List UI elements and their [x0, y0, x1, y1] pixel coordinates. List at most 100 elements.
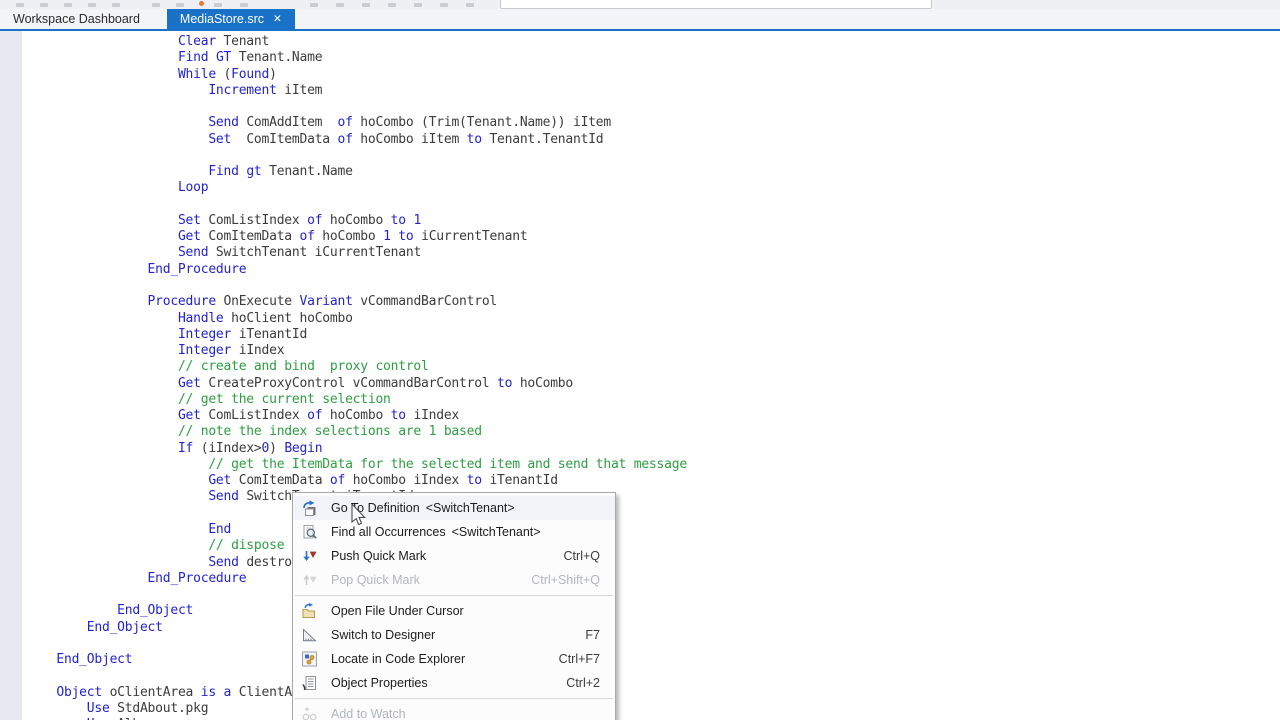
menu-item-shortcut: Ctrl+F7: [559, 652, 600, 666]
tab-label: MediaStore.src: [180, 12, 264, 26]
code-line: Handle hoClient hoCombo: [26, 311, 1280, 327]
toolbar-icon-partial[interactable]: [310, 3, 318, 7]
tab-mediastore-src[interactable]: MediaStore.src ✕: [167, 9, 295, 29]
menu-item-label: Object Properties: [331, 676, 428, 690]
menu-item-label: Add to Watch: [331, 707, 406, 720]
code-line: [26, 148, 1280, 164]
menu-item-label: Switch to Designer: [331, 628, 435, 642]
add-to-watch-icon: [301, 706, 319, 720]
code-line: Send destroy of hoCombo: [26, 555, 1280, 571]
code-line: [26, 278, 1280, 294]
tab-bar: Workspace Dashboard MediaStore.src ✕: [0, 9, 1280, 29]
toolbar-icon-partial[interactable]: [388, 3, 396, 7]
code-line: [26, 197, 1280, 213]
toolbar-icon-partial[interactable]: [440, 3, 448, 7]
open-file-icon: [301, 603, 319, 619]
menu-item-object-properties[interactable]: Object Properties Ctrl+2: [293, 671, 615, 695]
toolbar-icon-partial[interactable]: [88, 3, 96, 7]
code-line: Get CreateProxyControl vCommandBarContro…: [26, 376, 1280, 392]
code-line: [26, 99, 1280, 115]
code-line: Set ComItemData of hoCombo iItem to Tena…: [26, 132, 1280, 148]
find-occurrences-icon: [301, 524, 319, 540]
code-line: Integer iIndex: [26, 343, 1280, 359]
code-line: [26, 587, 1280, 603]
code-line: Procedure OnExecute Variant vCommandBarC…: [26, 294, 1280, 310]
menu-item-label: Find all Occurrences: [331, 525, 446, 539]
switch-designer-icon: [301, 627, 319, 643]
menu-item-pop-quick-mark: Pop Quick Mark Ctrl+Shift+Q: [293, 568, 615, 592]
menu-item-open-file-under-cursor[interactable]: Open File Under Cursor: [293, 599, 615, 623]
toolbar-icon-partial[interactable]: [362, 3, 370, 7]
code-line: // dispose of the proxy control: [26, 538, 1280, 554]
code-line: Integer iTenantId: [26, 327, 1280, 343]
code-line: Set ComListIndex of hoCombo to 1: [26, 213, 1280, 229]
menu-item-shortcut: Ctrl+Shift+Q: [531, 573, 600, 587]
code-line: // create and bind proxy control: [26, 359, 1280, 375]
menu-item-detail: <SwitchTenant>: [452, 525, 541, 539]
menu-item-locate-in-code-explorer[interactable]: Locate in Code ExplorerCtrl+F7: [293, 647, 615, 671]
toolbar-icon-partial[interactable]: [64, 3, 72, 7]
code-line: [26, 636, 1280, 652]
code-line: [26, 668, 1280, 684]
code-line: End_Procedure: [26, 262, 1280, 278]
toolbar-icon-partial[interactable]: [336, 3, 344, 7]
code-line: Use StdAbout.pkg: [26, 701, 1280, 717]
code-line: While (Found): [26, 67, 1280, 83]
menu-item-shortcut: Ctrl+2: [566, 676, 600, 690]
menu-item-push-quick-mark[interactable]: Push Quick Mark Ctrl+Q: [293, 544, 615, 568]
code-line: Object oClientArea is a ClientArea: [26, 685, 1280, 701]
code-line: [26, 506, 1280, 522]
toolbar-search-input[interactable]: [500, 0, 932, 9]
code-line: Send SwitchTenant iTenantId: [26, 489, 1280, 505]
menu-item-detail: <SwitchTenant>: [426, 501, 515, 515]
toolbar-icon-partial[interactable]: [199, 1, 204, 6]
toolbar-icon-partial[interactable]: [16, 3, 24, 7]
menu-separator: [295, 595, 613, 596]
toolbar-icon-partial[interactable]: [40, 3, 48, 7]
toolbar-icon-partial[interactable]: [466, 3, 474, 7]
code-line: End_Object: [26, 652, 1280, 668]
code-line: Send ComAddItem of hoCombo (Trim(Tenant.…: [26, 115, 1280, 131]
code-line: Get ComItemData of hoCombo 1 to iCurrent…: [26, 229, 1280, 245]
code-line: End_Procedure: [26, 571, 1280, 587]
toolbar-icon-partial[interactable]: [214, 3, 222, 7]
menu-item-find-all-occurrences[interactable]: Find all Occurrences <SwitchTenant>: [293, 520, 615, 544]
code-line: Get ComListIndex of hoCombo to iIndex: [26, 408, 1280, 424]
toolbar-icon-partial[interactable]: [240, 3, 248, 7]
context-menu: Go To Definition<SwitchTenant>Find all O…: [292, 492, 616, 720]
object-properties-icon: [301, 675, 319, 691]
menu-item-label: Open File Under Cursor: [331, 604, 464, 618]
menu-item-label: Go To Definition: [331, 501, 420, 515]
menu-item-go-to-definition[interactable]: Go To Definition <SwitchTenant>: [293, 496, 615, 520]
code-area[interactable]: Clear Tenant Find GT Tenant.Name While (…: [0, 31, 1280, 720]
locate-code-explorer-icon: [301, 651, 319, 667]
menu-item-label: Pop Quick Mark: [331, 573, 420, 587]
menu-item-shortcut: F7: [585, 628, 600, 642]
code-line: Loop: [26, 180, 1280, 196]
close-icon[interactable]: ✕: [273, 14, 282, 25]
tab-workspace-dashboard[interactable]: Workspace Dashboard: [0, 9, 153, 29]
code-line: Find GT Tenant.Name: [26, 50, 1280, 66]
ide-window: Workspace Dashboard MediaStore.src ✕ Cle…: [0, 0, 1280, 720]
tab-label: Workspace Dashboard: [13, 12, 140, 26]
code-line: Find gt Tenant.Name: [26, 164, 1280, 180]
menu-item-shortcut: Ctrl+Q: [564, 549, 600, 563]
code-line: End: [26, 522, 1280, 538]
code-line: If (iIndex>0) Begin: [26, 441, 1280, 457]
toolbar-icon-partial[interactable]: [414, 3, 422, 7]
code-line: // note the index selections are 1 based: [26, 424, 1280, 440]
go-to-definition-icon: [301, 500, 319, 516]
code-line: Increment iItem: [26, 83, 1280, 99]
toolbar-icon-partial[interactable]: [152, 3, 160, 7]
toolbar-icon-partial[interactable]: [176, 3, 184, 7]
toolbar-icon-partial[interactable]: [112, 3, 120, 7]
mouse-cursor: [351, 504, 368, 527]
code-line: End_Object: [26, 603, 1280, 619]
code-line: End_Object: [26, 620, 1280, 636]
code-line: // get the current selection: [26, 392, 1280, 408]
menu-item-switch-to-designer[interactable]: Switch to Designer F7: [293, 623, 615, 647]
code-line: Clear Tenant: [26, 34, 1280, 50]
pop-quick-mark-icon: [301, 572, 319, 588]
push-quick-mark-icon: [301, 548, 319, 564]
menu-item-label: Push Quick Mark: [331, 549, 426, 563]
